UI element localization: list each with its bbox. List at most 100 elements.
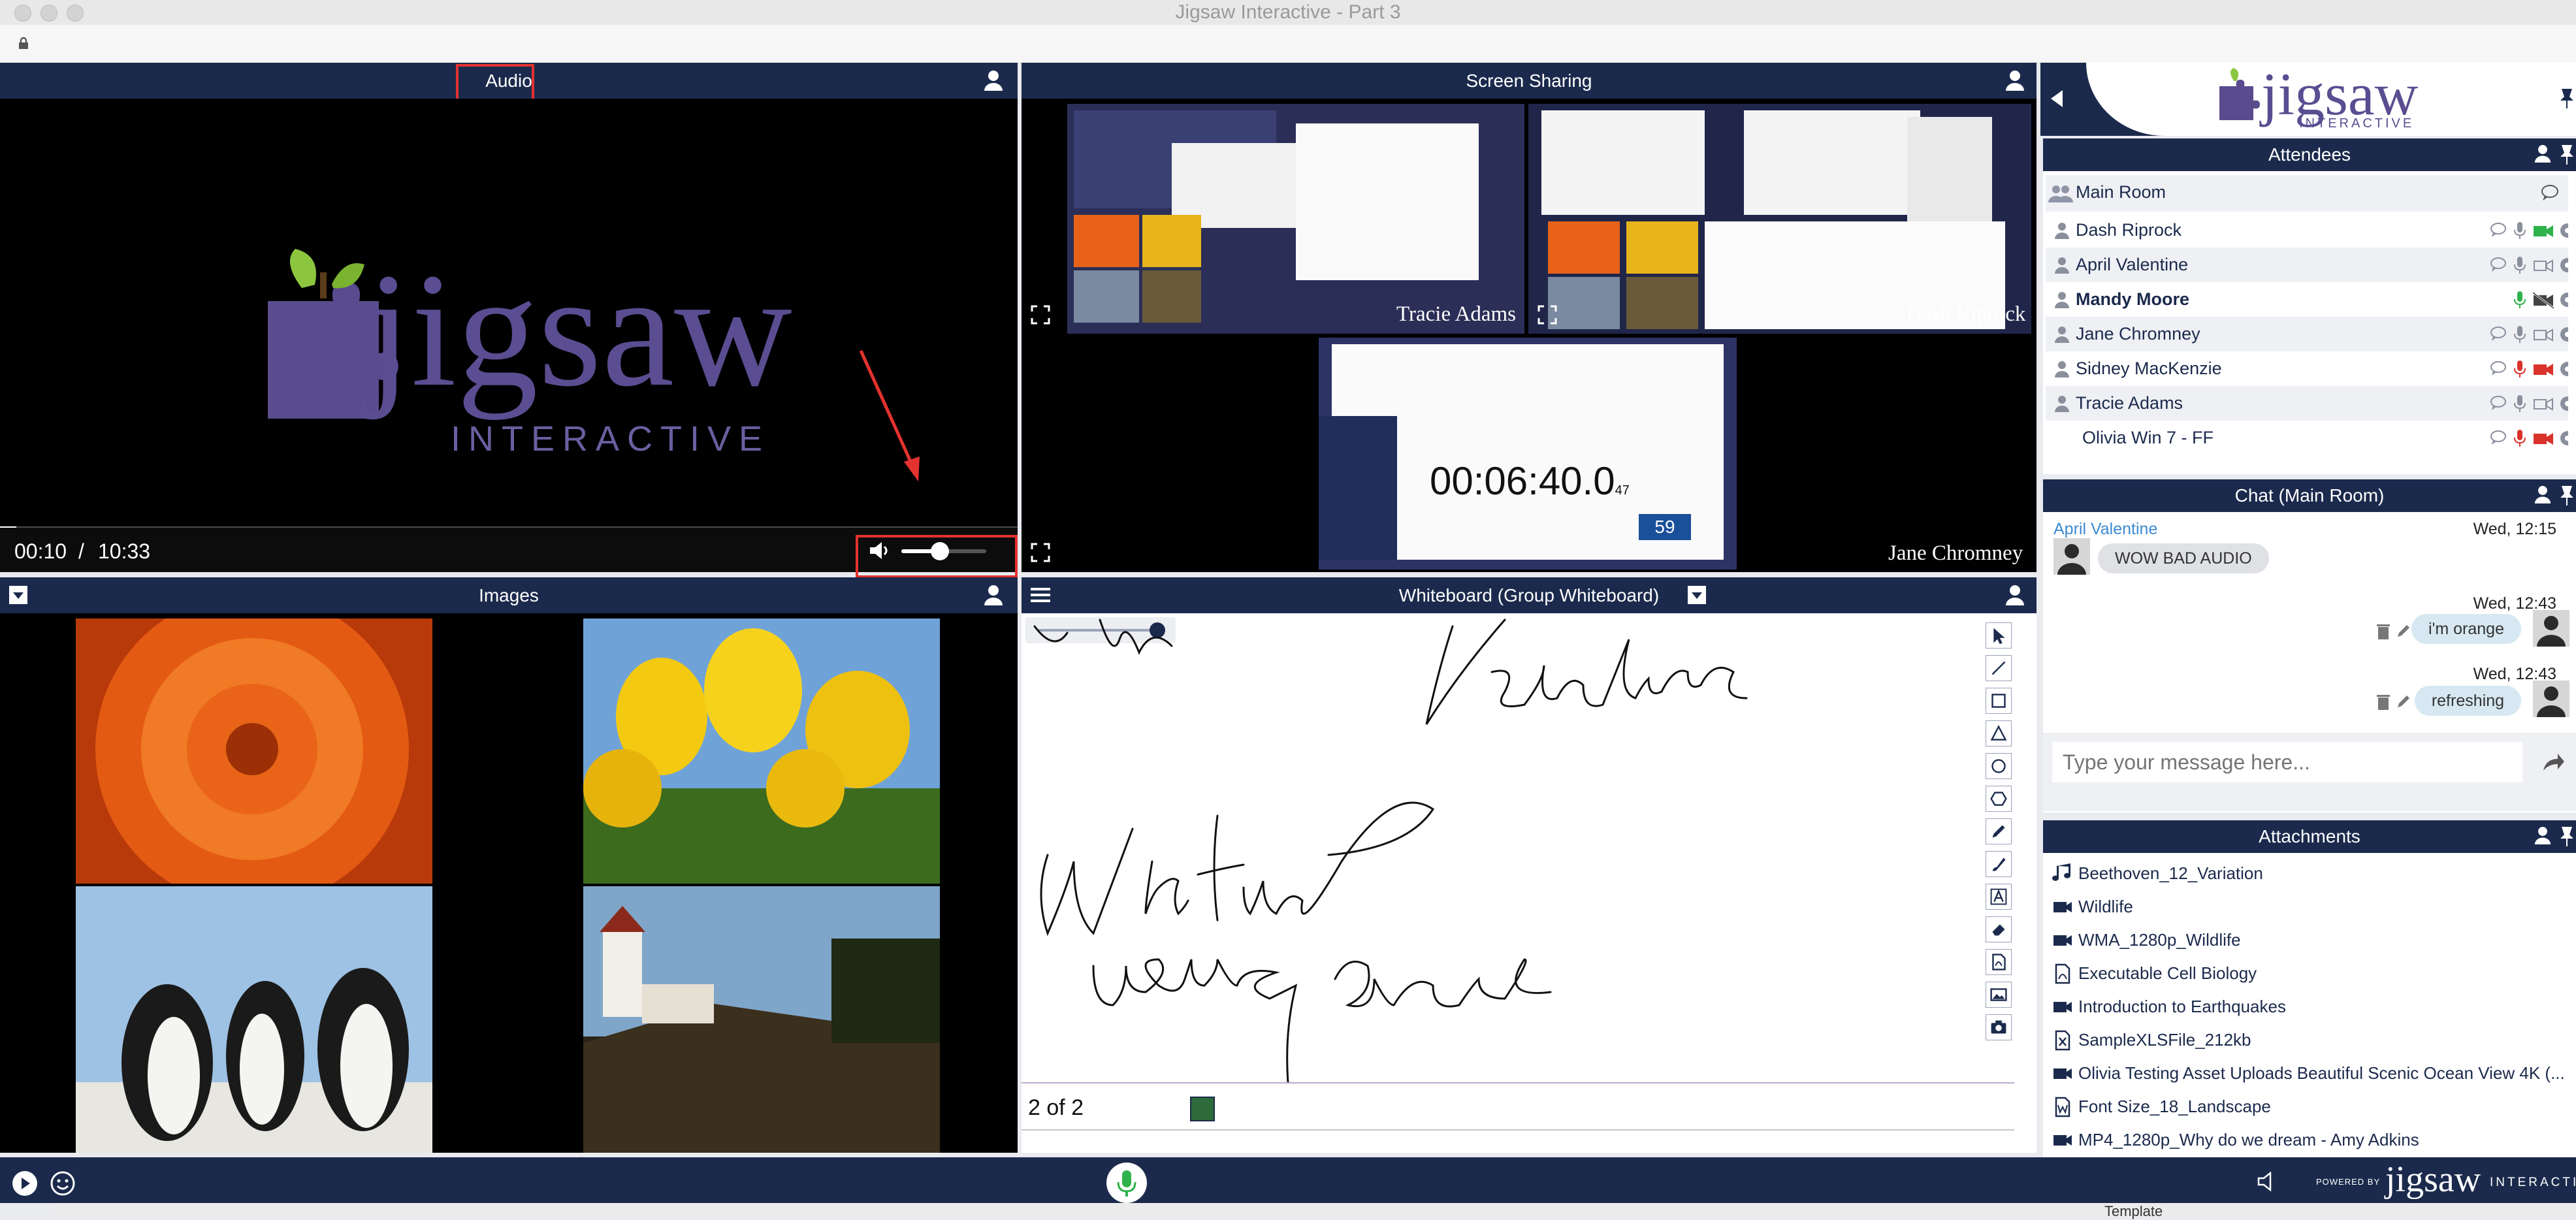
chat-bubble-icon[interactable]	[2490, 257, 2507, 272]
gear-icon[interactable]	[2558, 394, 2568, 413]
microphone-icon[interactable]	[2513, 290, 2526, 310]
tool-button[interactable]	[1986, 1014, 2012, 1040]
person-icon[interactable]	[2005, 584, 2025, 606]
chat-input[interactable]	[2052, 742, 2522, 782]
send-icon[interactable]	[2542, 751, 2564, 772]
microphone-icon[interactable]	[2513, 359, 2526, 379]
camera-icon[interactable]	[2533, 291, 2554, 310]
attendee-row[interactable]: Sidney MacKenzie	[2046, 351, 2568, 386]
gear-icon[interactable]	[2558, 359, 2568, 379]
tool-button[interactable]	[1986, 949, 2012, 975]
pin-icon[interactable]	[2558, 485, 2576, 506]
person-icon[interactable]	[2534, 826, 2551, 845]
tool-button[interactable]	[1986, 753, 2012, 779]
tool-button[interactable]	[1986, 982, 2012, 1008]
trash-icon[interactable]	[2376, 623, 2391, 640]
person-icon[interactable]	[2534, 144, 2551, 163]
tool-button[interactable]	[1986, 655, 2012, 681]
chat-bubble-icon[interactable]	[2490, 395, 2507, 411]
collapse-sidebar-icon[interactable]	[2050, 89, 2064, 108]
shared-window	[1319, 416, 1397, 560]
emoji-icon[interactable]	[50, 1170, 76, 1196]
chat-bubble-icon[interactable]	[2490, 326, 2507, 342]
edit-icon[interactable]	[2396, 623, 2411, 639]
tool-button[interactable]	[1986, 720, 2012, 746]
gear-icon[interactable]	[2558, 255, 2568, 275]
chat-log: April Valentine Wed, 12:15 WOW BAD AUDIO…	[2043, 512, 2576, 812]
person-icon[interactable]	[984, 584, 1003, 606]
gear-icon[interactable]	[2558, 221, 2568, 240]
person-icon[interactable]	[984, 69, 1003, 91]
attachment-item[interactable]: Olivia Testing Asset Uploads Beautiful S…	[2046, 1057, 2568, 1090]
page-thumb-icon[interactable]	[1190, 1097, 1215, 1121]
tool-button[interactable]	[1986, 884, 2012, 910]
screen-tile-tracie[interactable]	[1067, 104, 1524, 334]
whiteboard-canvas[interactable]: 2 of 2	[1022, 613, 2037, 1153]
attendee-row[interactable]: April Valentine	[2046, 248, 2568, 282]
microphone-icon[interactable]	[2513, 255, 2526, 275]
peek-text: Template	[2104, 1203, 2163, 1219]
image-lighthouse[interactable]	[583, 886, 940, 1153]
attendee-row[interactable]: Jane Chromney	[2046, 317, 2568, 351]
speaker-icon[interactable]	[2257, 1172, 2279, 1191]
screen-tile-dash[interactable]	[1528, 104, 2031, 334]
attachment-item[interactable]: Wildlife	[2046, 890, 2568, 923]
expand-icon[interactable]	[1538, 305, 1557, 325]
chat-bubble-icon[interactable]	[2490, 361, 2507, 376]
gear-icon[interactable]	[2558, 428, 2568, 448]
microphone-button[interactable]	[1105, 1161, 1148, 1204]
shared-thumb	[1074, 270, 1139, 323]
person-icon[interactable]	[2005, 69, 2025, 91]
pin-icon[interactable]	[2558, 88, 2576, 108]
expand-icon[interactable]	[1031, 305, 1050, 325]
attachment-item[interactable]: Font Size_18_Landscape	[2046, 1090, 2568, 1123]
camera-icon[interactable]	[2533, 222, 2554, 240]
camera-icon[interactable]	[2533, 326, 2554, 344]
attachment-item[interactable]: Executable Cell Biology	[2046, 957, 2568, 990]
person-icon[interactable]	[2534, 485, 2551, 504]
tool-button[interactable]	[1986, 622, 2012, 649]
attachments-header: Attachments	[2043, 820, 2576, 853]
attachment-item[interactable]: SampleXLSFile_212kb	[2046, 1023, 2568, 1057]
attendee-row[interactable]: Olivia Win 7 - FF	[2046, 421, 2568, 455]
gear-icon[interactable]	[2558, 325, 2568, 344]
attendee-row[interactable]: Tracie Adams	[2046, 386, 2568, 421]
tool-button[interactable]	[1986, 688, 2012, 714]
edit-icon[interactable]	[2396, 694, 2411, 709]
attachment-item[interactable]: Introduction to Earthquakes	[2046, 990, 2568, 1023]
microphone-icon[interactable]	[2513, 221, 2526, 240]
camera-icon[interactable]	[2533, 257, 2554, 275]
tool-button[interactable]	[1986, 851, 2012, 877]
attendee-row[interactable]: Mandy Moore	[2046, 282, 2568, 317]
attachment-item[interactable]: MP4_1280p_Why do we dream - Amy Adkins	[2046, 1123, 2568, 1157]
shared-badge: 59	[1639, 514, 1691, 540]
camera-icon[interactable]	[2533, 430, 2554, 448]
pin-icon[interactable]	[2558, 144, 2576, 165]
image-penguins[interactable]	[76, 886, 432, 1153]
tool-button[interactable]	[1986, 786, 2012, 812]
pin-icon[interactable]	[2558, 826, 2576, 846]
image-tulips[interactable]	[583, 618, 940, 884]
play-circle-icon[interactable]	[12, 1170, 38, 1196]
room-row[interactable]: Main Room	[2046, 175, 2568, 212]
tool-button[interactable]	[1986, 916, 2012, 942]
dropdown-icon[interactable]	[1688, 586, 1706, 604]
audio-player[interactable]: jigsaw INTERACTIVE	[0, 99, 1018, 528]
attachment-item[interactable]: WMA_1280p_Wildlife	[2046, 923, 2568, 957]
image-chrysanthemum[interactable]	[76, 618, 432, 884]
screen-tile-jane[interactable]: 00:06:40.047 59	[1319, 338, 1737, 570]
attendee-row[interactable]: Dash Riprock	[2046, 213, 2568, 248]
microphone-icon[interactable]	[2513, 394, 2526, 413]
microphone-icon[interactable]	[2513, 428, 2526, 448]
microphone-icon[interactable]	[2513, 325, 2526, 344]
gear-icon[interactable]	[2558, 290, 2568, 310]
expand-icon[interactable]	[1031, 543, 1050, 562]
camera-icon[interactable]	[2533, 395, 2554, 413]
chat-bubble-icon[interactable]	[2541, 184, 2559, 201]
camera-icon[interactable]	[2533, 361, 2554, 379]
tool-button[interactable]	[1986, 818, 2012, 844]
attachment-item[interactable]: Beethoven_12_Variation	[2046, 857, 2568, 890]
chat-bubble-icon[interactable]	[2490, 430, 2507, 445]
chat-bubble-icon[interactable]	[2490, 222, 2507, 238]
trash-icon[interactable]	[2376, 694, 2391, 711]
